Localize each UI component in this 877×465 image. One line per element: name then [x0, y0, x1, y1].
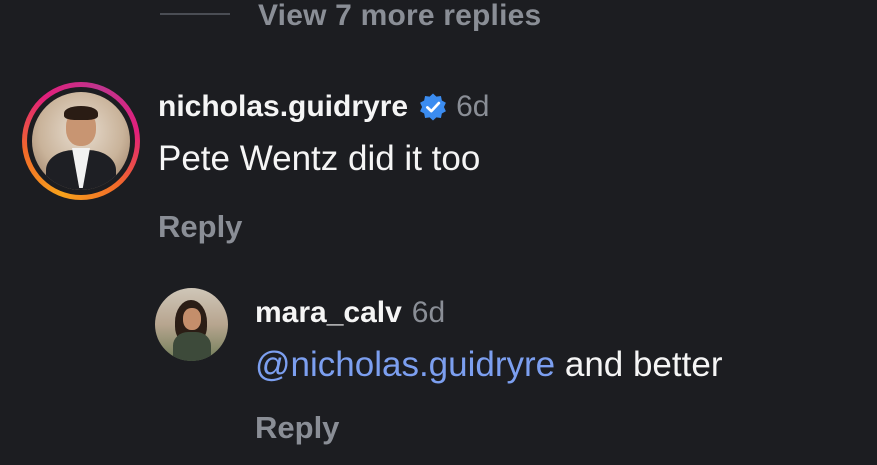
thread-line-divider	[160, 13, 230, 15]
comment-username[interactable]: mara_calv	[255, 296, 402, 330]
reply-button[interactable]: Reply	[255, 410, 722, 446]
verified-badge-icon	[420, 93, 446, 121]
mention-link[interactable]: @nicholas.guidryre	[255, 345, 555, 384]
comment-text: @nicholas.guidryre and better	[255, 342, 722, 388]
comment-content: nicholas.guidryre 6d Pete Wentz did it t…	[158, 82, 489, 245]
comment-header: nicholas.guidryre 6d	[158, 82, 489, 132]
story-ring-avatar[interactable]	[22, 82, 140, 200]
comment-content: mara_calv 6d @nicholas.guidryre and bett…	[255, 288, 722, 446]
view-more-replies-button[interactable]: View 7 more replies	[160, 0, 541, 34]
comment-text-body: and better	[555, 345, 723, 384]
comment-header: mara_calv 6d	[255, 288, 722, 338]
comment-username[interactable]: nicholas.guidryre	[158, 90, 408, 124]
comment-text: Pete Wentz did it too	[158, 139, 481, 178]
comment-timestamp: 6d	[411, 296, 446, 329]
avatar[interactable]	[155, 288, 228, 361]
reply-button[interactable]: Reply	[158, 209, 489, 245]
view-more-replies-label: View 7 more replies	[258, 0, 542, 32]
comment-timestamp: 6d	[456, 90, 490, 123]
avatar	[32, 92, 130, 190]
